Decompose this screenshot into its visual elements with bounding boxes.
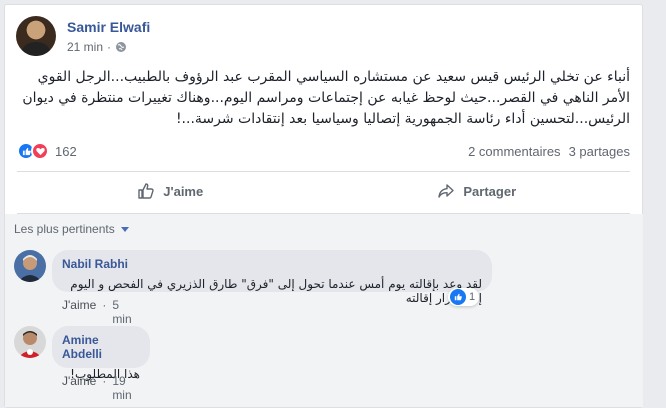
comment-footer-separator: ·	[102, 374, 107, 388]
thumbs-up-icon	[138, 183, 154, 199]
reaction-icons[interactable]: 162	[17, 142, 77, 160]
like-button[interactable]: J'aime	[17, 173, 324, 209]
comment-time[interactable]: 19 min	[112, 374, 131, 402]
comment-sort-dropdown[interactable]: Les plus pertinents	[14, 222, 129, 236]
share-button-label: Partager	[463, 183, 517, 199]
divider	[17, 171, 630, 172]
comment-bubble: Nabil Rabhi لقد وعد بإقالته يوم أمس عندم…	[52, 250, 492, 305]
like-reaction-icon	[450, 289, 466, 305]
commenter-name[interactable]: Amine Abdelli	[62, 333, 140, 361]
comment-bubble: Amine Abdelli هذا المطلوب!	[52, 326, 150, 381]
comment-reaction-badge[interactable]: 1	[448, 288, 480, 306]
like-button-label: J'aime	[163, 183, 204, 199]
share-button[interactable]: Partager	[324, 173, 631, 209]
post-meta: 21 min ·	[67, 40, 127, 54]
comment-like-link[interactable]: J'aime	[62, 298, 96, 326]
post-text: أنباء عن تخلي الرئيس قيس سعيد عن مستشاره…	[22, 69, 630, 127]
comment-like-link[interactable]: J'aime	[62, 374, 96, 402]
caret-down-icon	[120, 226, 129, 232]
post-actions: J'aime Partager	[17, 173, 630, 209]
love-reaction-icon	[31, 142, 49, 160]
comment-reaction-count: 1	[469, 291, 476, 303]
post-stats: 162 2 commentaires 3 partages	[17, 139, 630, 163]
commenter-avatar[interactable]	[14, 250, 46, 282]
post-header: Samir Elwafi 21 min ·	[16, 16, 636, 60]
commenter-name[interactable]: Nabil Rabhi	[62, 257, 482, 271]
share-arrow-icon	[438, 184, 455, 198]
comment-footer-separator: ·	[102, 298, 107, 312]
commenter-avatar[interactable]	[14, 326, 46, 358]
shares-count[interactable]: 3 partages	[569, 144, 630, 159]
sort-label: Les plus pertinents	[14, 222, 115, 236]
comment-time[interactable]: 5 min	[112, 298, 131, 326]
author-name[interactable]: Samir Elwafi	[67, 19, 150, 35]
globe-icon[interactable]	[115, 41, 127, 53]
author-avatar[interactable]	[16, 16, 56, 56]
comments-count[interactable]: 2 commentaires	[468, 144, 560, 159]
comment-footer: J'aime · 5 min	[62, 298, 132, 326]
reactions-count[interactable]: 162	[55, 144, 77, 159]
post-time[interactable]: 21 min	[67, 40, 103, 54]
comment-footer: J'aime · 19 min	[62, 374, 132, 402]
